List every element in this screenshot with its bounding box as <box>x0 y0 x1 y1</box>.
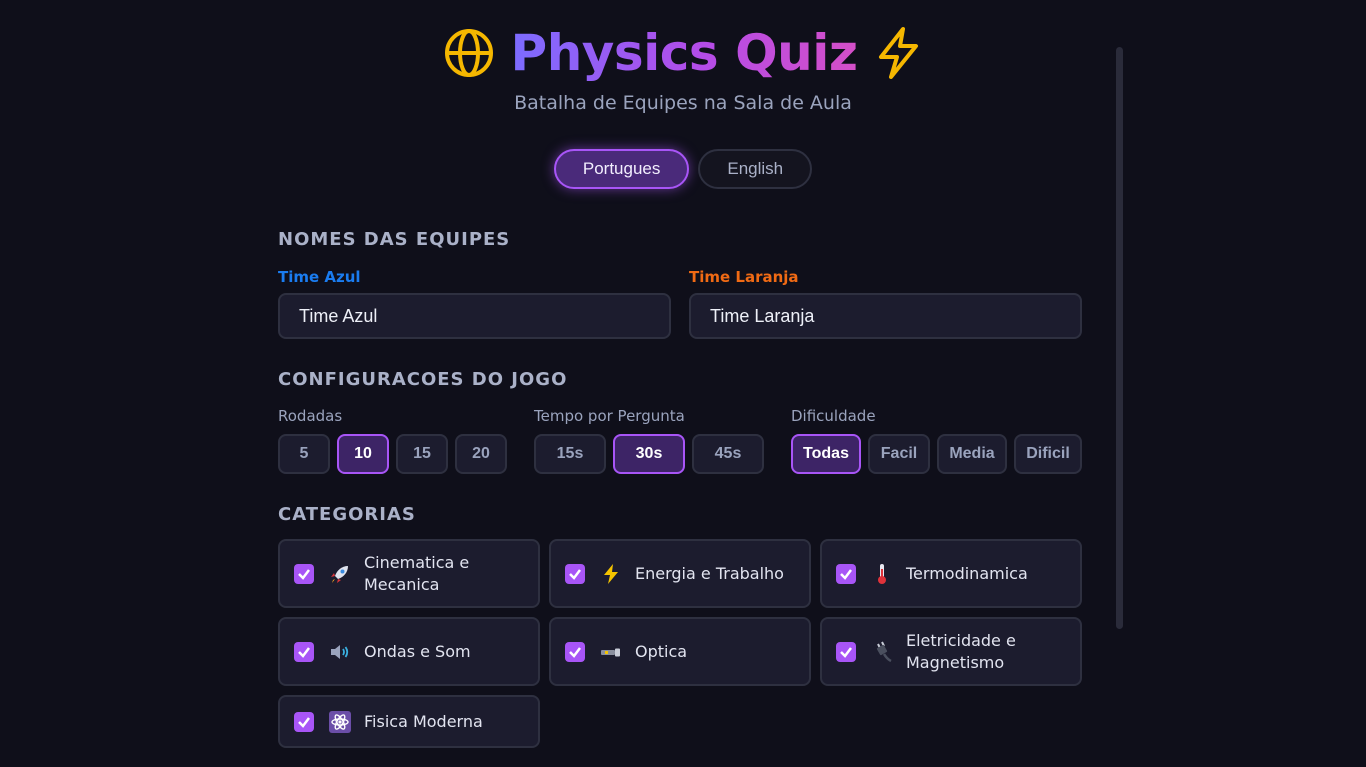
page-title: Physics Quiz <box>510 24 858 82</box>
category-label: Energia e Trabalho <box>635 563 784 583</box>
time-options: 15s 30s 45s <box>534 434 764 474</box>
category-card-termodinamica[interactable]: Termodinamica <box>820 539 1082 608</box>
page-subtitle: Batalha de Equipes na Sala de Aula <box>514 92 852 114</box>
language-button-portugues[interactable]: Portugues <box>553 149 690 189</box>
scrollbar[interactable] <box>1116 47 1123 629</box>
category-label: Ondas e Som <box>364 641 471 661</box>
atom-icon <box>328 710 352 734</box>
lightning-icon <box>873 26 923 80</box>
team-blue-label: Time Azul <box>278 268 361 286</box>
difficulty-label: Dificuldade <box>791 407 876 425</box>
speaker-icon <box>328 640 352 664</box>
checkbox-checked-icon[interactable] <box>836 641 856 662</box>
category-label: Fisica Moderna <box>364 711 483 731</box>
header: Physics Quiz Batalha de Equipes na Sala … <box>0 18 1366 114</box>
time-option-30s[interactable]: 30s <box>613 434 685 474</box>
plug-icon <box>870 640 894 664</box>
difficulty-option-media[interactable]: Media <box>937 434 1007 474</box>
rocket-icon <box>328 562 352 586</box>
flashlight-icon <box>599 640 623 664</box>
difficulty-option-dificil[interactable]: Dificil <box>1014 434 1082 474</box>
checkbox-checked-icon[interactable] <box>294 711 314 732</box>
difficulty-options: Todas Facil Media Dificil <box>791 434 1082 474</box>
team-orange-input[interactable] <box>689 293 1082 339</box>
category-card-ondas[interactable]: Ondas e Som <box>278 617 540 686</box>
category-label: Cinematica e Mecanica <box>364 552 470 594</box>
checkbox-checked-icon[interactable] <box>565 641 585 662</box>
lightning-icon <box>599 562 623 586</box>
globe-icon <box>443 27 495 79</box>
section-title-teams: NOMES DAS EQUIPES <box>278 229 511 250</box>
difficulty-option-todas[interactable]: Todas <box>791 434 861 474</box>
time-label: Tempo por Pergunta <box>534 407 685 425</box>
language-button-english[interactable]: English <box>698 149 813 189</box>
checkbox-checked-icon[interactable] <box>294 641 314 662</box>
category-card-energia[interactable]: Energia e Trabalho <box>549 539 811 608</box>
section-title-settings: CONFIGURACOES DO JOGO <box>278 369 568 390</box>
rounds-option-5[interactable]: 5 <box>278 434 330 474</box>
time-option-15s[interactable]: 15s <box>534 434 606 474</box>
category-label: Termodinamica <box>906 563 1028 583</box>
rounds-options: 5 10 15 20 <box>278 434 507 474</box>
category-card-optica[interactable]: Optica <box>549 617 811 686</box>
rounds-label: Rodadas <box>278 407 343 425</box>
title-row: Physics Quiz <box>0 18 1366 88</box>
rounds-option-15[interactable]: 15 <box>396 434 448 474</box>
checkbox-checked-icon[interactable] <box>836 563 856 584</box>
difficulty-option-facil[interactable]: Facil <box>868 434 930 474</box>
category-card-fisica-moderna[interactable]: Fisica Moderna <box>278 695 540 748</box>
category-label: Eletricidade e Magnetismo <box>906 630 1016 672</box>
checkbox-checked-icon[interactable] <box>294 563 314 584</box>
section-title-categories: CATEGORIAS <box>278 504 416 525</box>
team-orange-label: Time Laranja <box>689 268 799 286</box>
rounds-option-20[interactable]: 20 <box>455 434 507 474</box>
checkbox-checked-icon[interactable] <box>565 563 585 584</box>
rounds-option-10[interactable]: 10 <box>337 434 389 474</box>
category-label: Optica <box>635 641 688 661</box>
thermometer-icon <box>870 562 894 586</box>
language-toggle: Portugues English <box>0 149 1366 189</box>
category-card-eletricidade[interactable]: Eletricidade e Magnetismo <box>820 617 1082 686</box>
time-option-45s[interactable]: 45s <box>692 434 764 474</box>
category-card-cinematica[interactable]: Cinematica e Mecanica <box>278 539 540 608</box>
team-blue-input[interactable] <box>278 293 671 339</box>
